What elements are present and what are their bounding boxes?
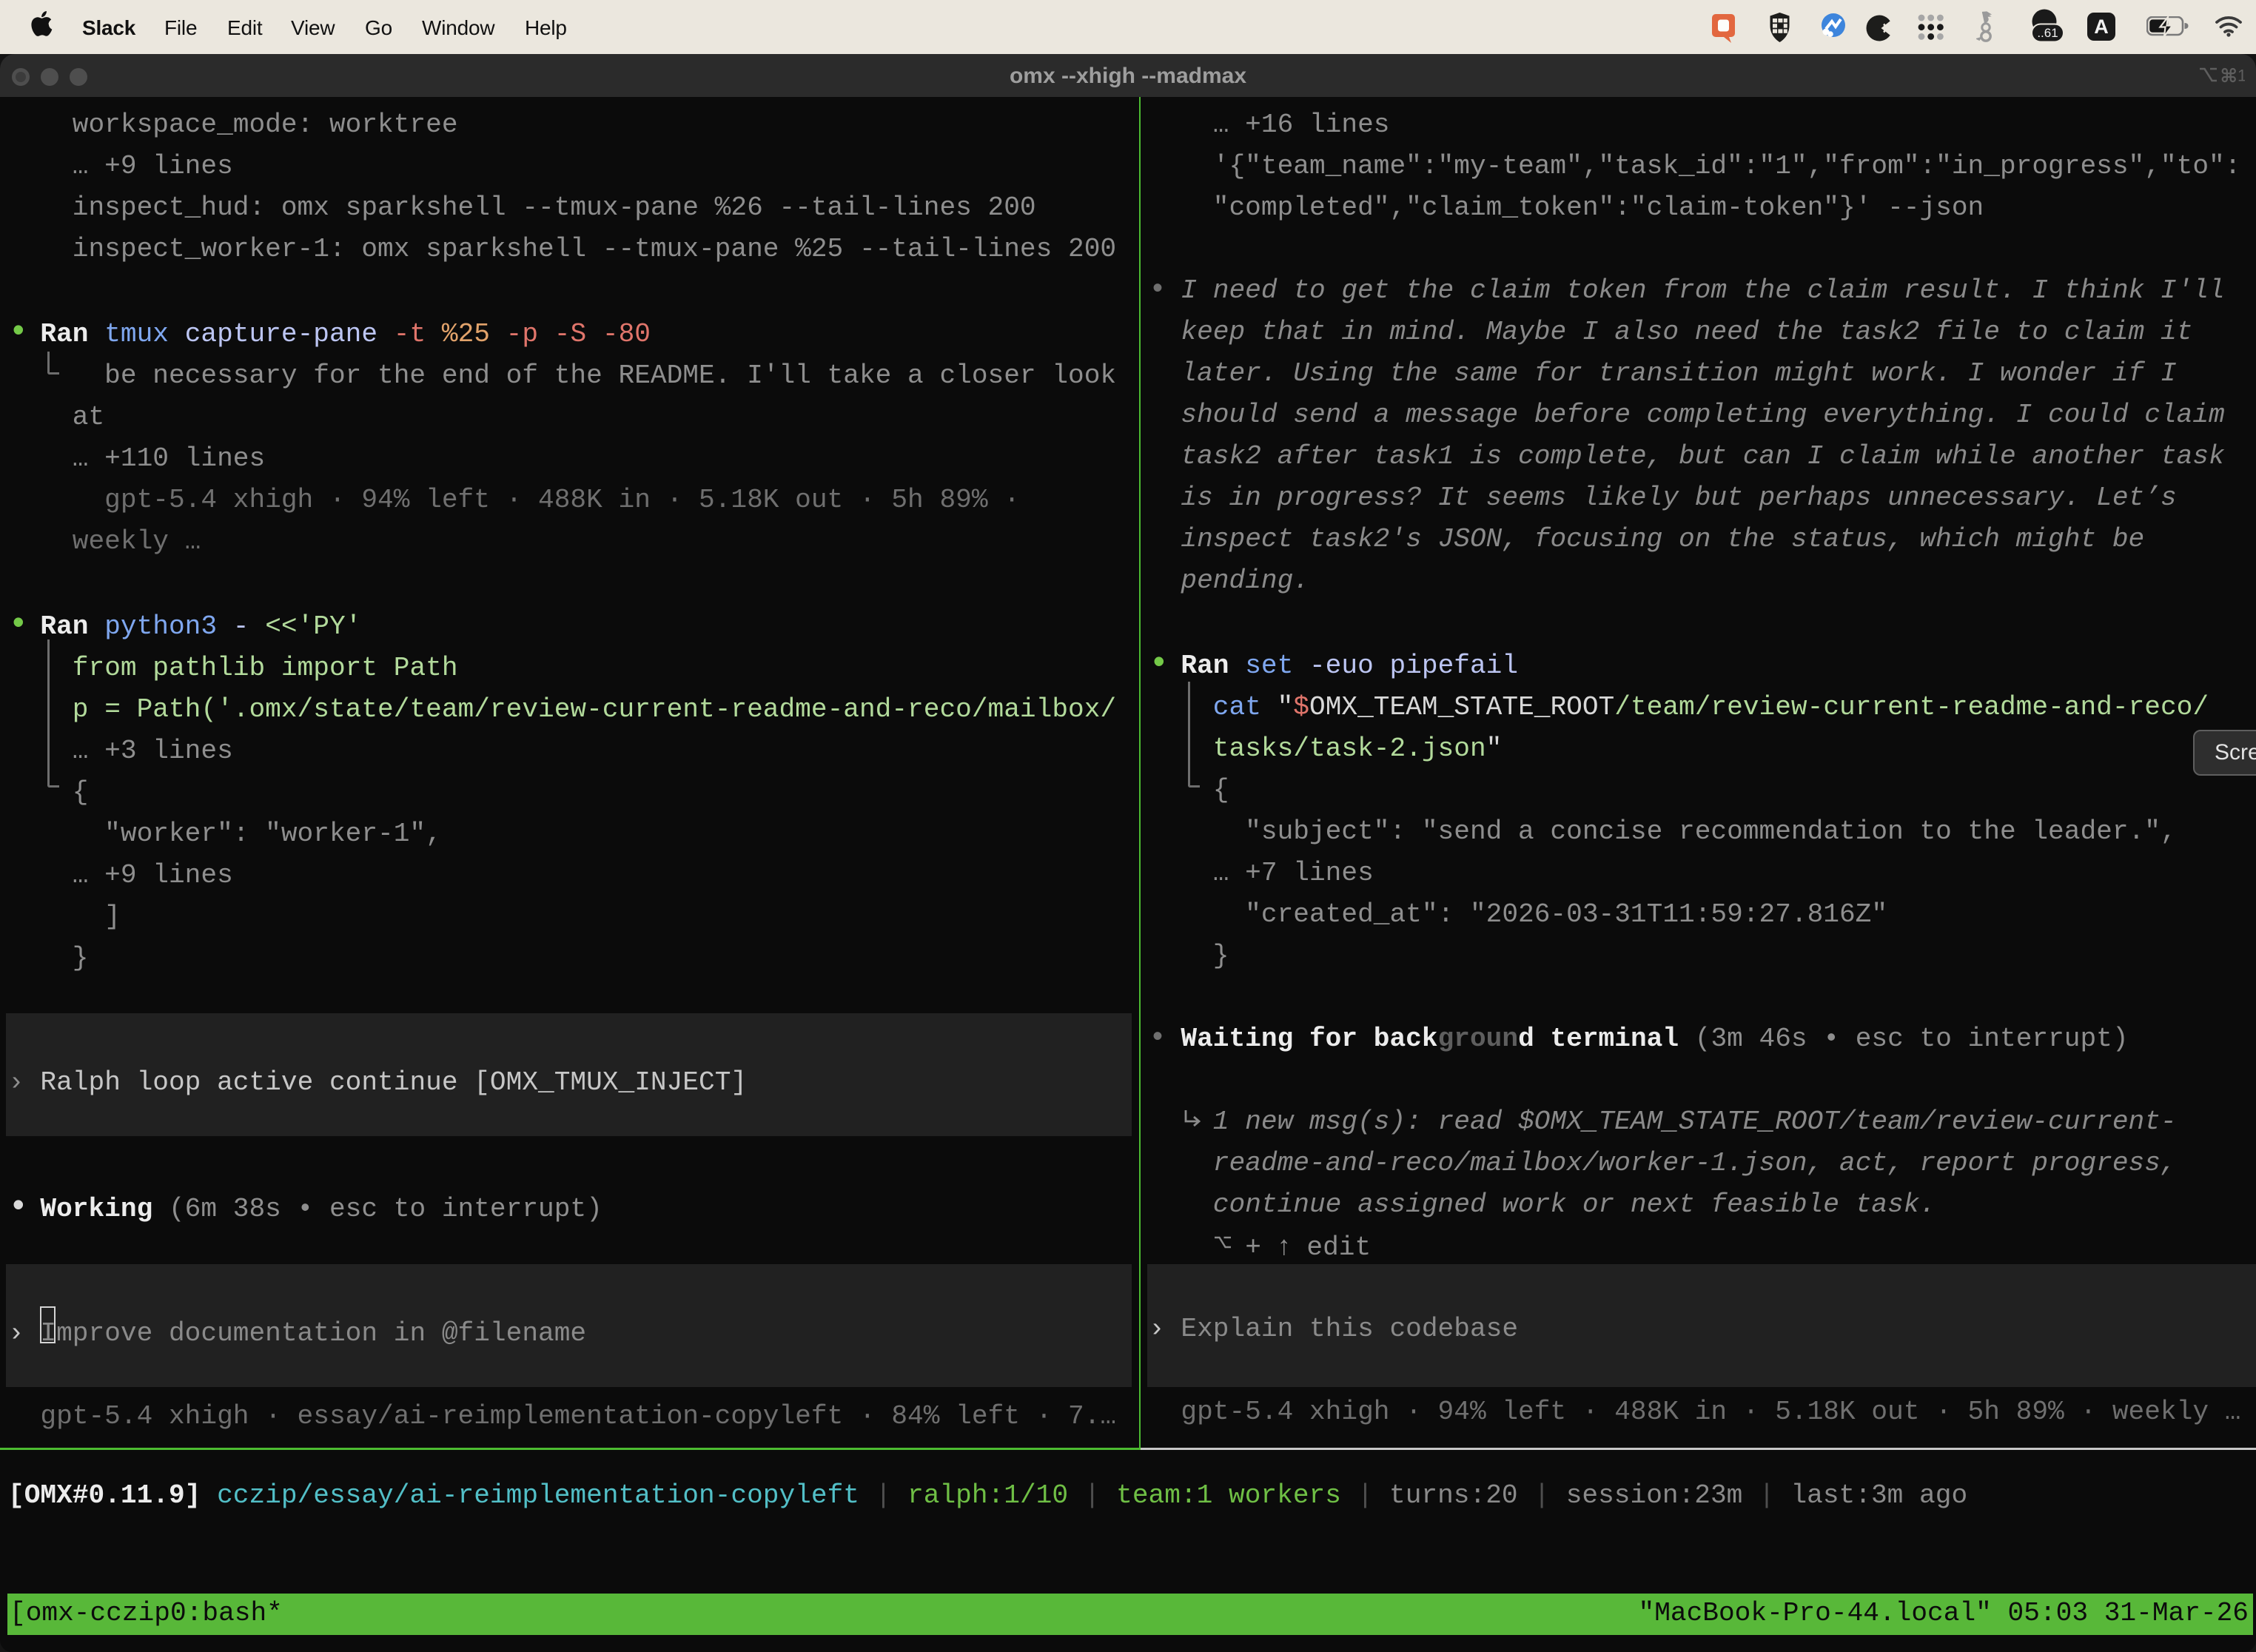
svg-text:1: 1 — [2237, 67, 2245, 84]
svg-text:..61: ..61 — [2037, 26, 2058, 40]
